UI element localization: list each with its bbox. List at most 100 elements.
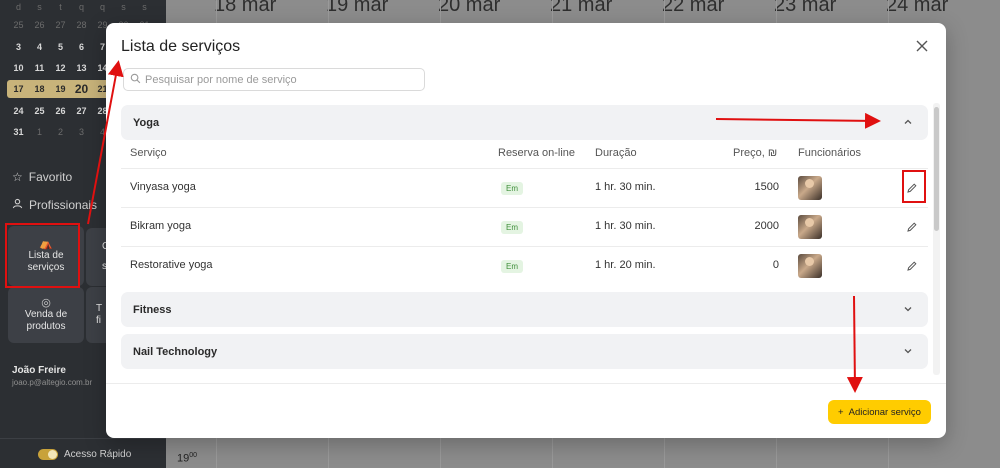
calendar-day[interactable]: 18 (29, 84, 50, 96)
calendar-day[interactable]: 25 (8, 20, 29, 30)
favorito-link[interactable]: ☆ Favorito (12, 170, 72, 184)
column-header-service: Serviço (130, 147, 167, 159)
calendar-day[interactable]: 19 (50, 84, 71, 96)
column-header-duration: Duração (595, 147, 637, 159)
venda-de-produtos-tile[interactable]: ◎ Venda de produtos (8, 287, 84, 343)
annotation-highlight-edit (902, 170, 926, 203)
service-price: 2000 (754, 220, 779, 232)
search-box[interactable] (123, 68, 425, 91)
user-name: João Freire (12, 365, 66, 376)
service-row[interactable]: Bikram yoga Em 1 hr. 30 min. 2000 (121, 207, 928, 246)
online-booking-badge: Em (501, 182, 523, 195)
day-header: 23 mar (774, 0, 837, 16)
time-label: 1900 (177, 452, 197, 465)
group-yoga[interactable]: Yoga (121, 105, 928, 140)
weekday: d (15, 2, 21, 12)
weekday: s (37, 2, 42, 12)
calendar-day[interactable]: 12 (50, 63, 71, 73)
target-icon: ◎ (41, 297, 51, 309)
calendar-day[interactable]: 1 (29, 127, 50, 137)
group-label: Fitness (133, 303, 172, 316)
calendar-day[interactable]: 28 (71, 20, 92, 30)
group-fitness[interactable]: Fitness (121, 292, 928, 327)
calendar-day-today[interactable]: 20 (71, 82, 92, 96)
partial-tile-label: fi (96, 315, 101, 326)
star-icon: ☆ (12, 170, 23, 184)
day-header: 19 mar (326, 0, 389, 16)
calendar-day[interactable]: 27 (71, 106, 92, 116)
profissionais-link[interactable]: Profissionais (12, 198, 97, 212)
calendar-day[interactable]: 31 (8, 127, 29, 137)
chevron-down-icon[interactable] (902, 345, 914, 357)
service-row[interactable]: Vinyasa yoga Em 1 hr. 30 min. 1500 (121, 168, 928, 207)
group-nail-technology[interactable]: Nail Technology (121, 334, 928, 369)
modal-title: Lista de serviços (121, 38, 241, 55)
service-name: Vinyasa yoga (130, 181, 196, 193)
chevron-up-icon[interactable] (902, 116, 914, 128)
staff-avatar (798, 176, 822, 200)
service-name: Bikram yoga (130, 220, 192, 232)
day-header: 21 mar (550, 0, 613, 16)
weekday: s (142, 2, 147, 12)
scrollbar-thumb[interactable] (934, 107, 939, 231)
quick-access-label: Acesso Rápido (64, 449, 132, 460)
group-label: Nail Technology (133, 345, 218, 358)
column-header-online: Reserva on-line (498, 147, 576, 159)
day-header: 20 mar (438, 0, 501, 16)
edit-pencil-icon[interactable] (906, 221, 918, 233)
service-duration: 1 hr. 30 min. (595, 220, 656, 232)
staff-avatar (798, 215, 822, 239)
day-header: 24 mar (886, 0, 949, 16)
calendar-day[interactable]: 5 (50, 42, 71, 52)
column-header-price: Preço, ₪ (733, 147, 778, 159)
time-minutes: 00 (189, 452, 198, 459)
day-header: 18 mar (214, 0, 277, 16)
weekday: s (121, 2, 126, 12)
calendar-day[interactable]: 13 (71, 63, 92, 73)
edit-pencil-icon[interactable] (906, 260, 918, 272)
search-icon (130, 71, 141, 89)
mini-calendar-weekdays: d s t q q s s (8, 2, 155, 12)
calendar-day[interactable]: 17 (8, 84, 29, 96)
calendar-day[interactable]: 3 (8, 42, 29, 52)
calendar-day[interactable]: 3 (71, 127, 92, 137)
time-hour: 19 (177, 452, 190, 465)
add-service-button[interactable]: + Adicionar serviço (828, 400, 931, 424)
calendar-day[interactable]: 27 (50, 20, 71, 30)
calendar-day[interactable]: 24 (8, 106, 29, 116)
calendar-day[interactable]: 10 (8, 63, 29, 73)
calendar-day[interactable]: 26 (50, 106, 71, 116)
column-header-staff: Funcionários (798, 147, 861, 159)
service-price: 1500 (754, 181, 779, 193)
services-list-modal: Lista de serviços Yoga Serviço Reserva o… (106, 23, 946, 438)
online-booking-badge: Em (501, 260, 523, 273)
calendar-day[interactable]: 2 (50, 127, 71, 137)
sidebar-divider (0, 438, 166, 439)
service-price: 0 (772, 259, 779, 271)
calendar-day[interactable]: 26 (29, 20, 50, 30)
online-booking-badge: Em (501, 221, 523, 234)
calendar-day[interactable]: 25 (29, 106, 50, 116)
staff-avatar (798, 254, 822, 278)
annotation-highlight-tile (5, 223, 80, 288)
service-duration: 1 hr. 30 min. (595, 181, 656, 193)
search-input[interactable] (145, 73, 415, 86)
weekday: q (78, 2, 84, 12)
group-label: Yoga (133, 116, 160, 129)
user-icon (12, 198, 23, 212)
partial-tile-label: T (96, 303, 103, 314)
weekday: q (99, 2, 105, 12)
service-row[interactable]: Restorative yoga Em 1 hr. 20 min. 0 (121, 246, 928, 285)
close-icon[interactable] (914, 38, 930, 54)
calendar-day[interactable]: 11 (29, 63, 50, 73)
weekday: t (59, 2, 62, 12)
quick-access-toggle[interactable]: Acesso Rápido (38, 449, 131, 460)
user-email: joao.p@altegio.com.br (12, 378, 93, 387)
modal-footer-divider (106, 383, 946, 384)
calendar-day[interactable]: 6 (71, 42, 92, 52)
chevron-down-icon[interactable] (902, 303, 914, 315)
services-table-header: Serviço Reserva on-line Duração Preço, ₪… (106, 147, 936, 169)
calendar-day[interactable]: 4 (29, 42, 50, 52)
toggle-switch[interactable] (38, 449, 58, 460)
day-header: 22 mar (662, 0, 725, 16)
